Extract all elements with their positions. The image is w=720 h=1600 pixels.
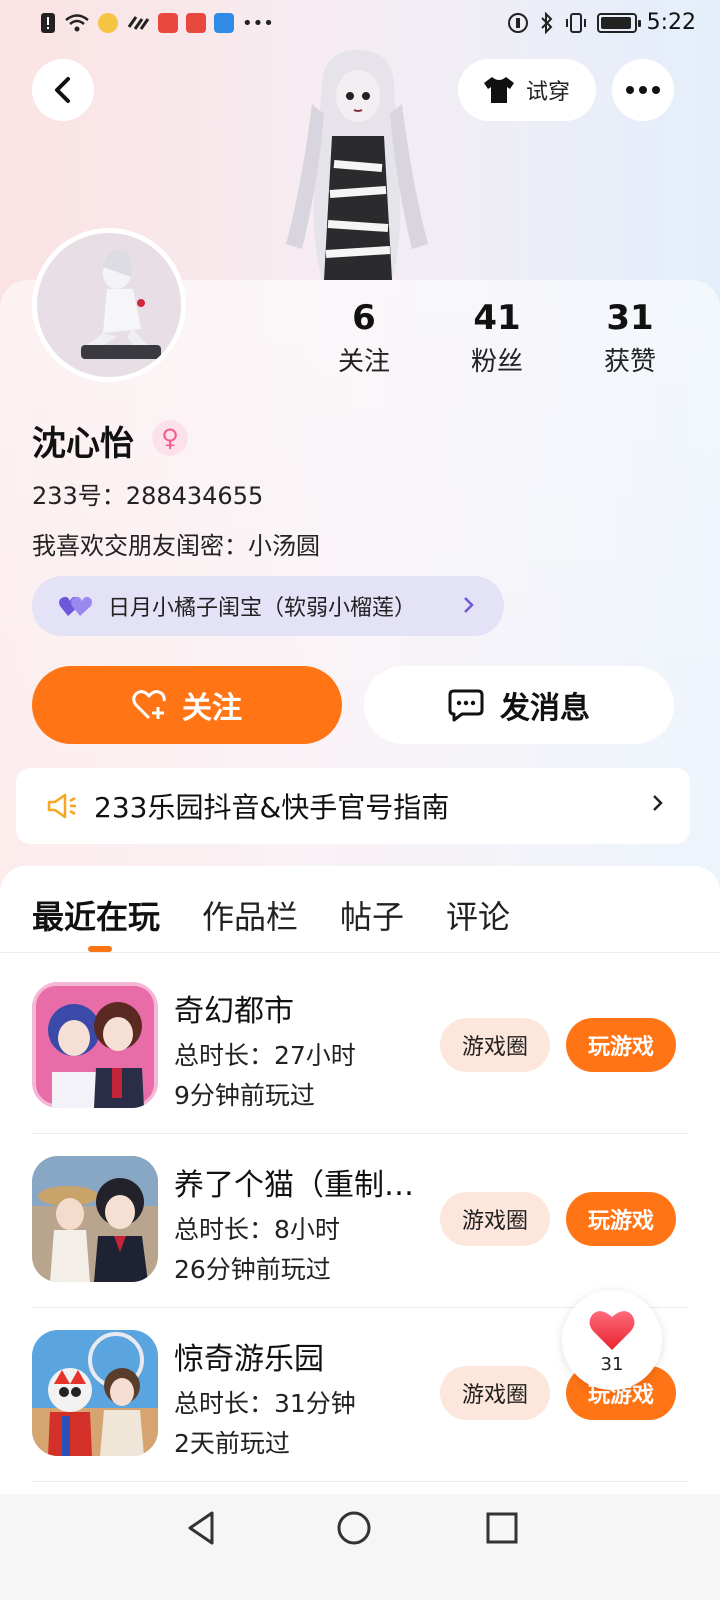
profile-page: ••• 5:22 试穿 6 关注 41 粉丝 31 获赞 沈心怡 ♀ 233号：… (0, 0, 720, 1600)
app-notification-icon (214, 13, 234, 33)
wifi-icon (65, 14, 89, 32)
game-icon-image (32, 1330, 158, 1456)
app-notification-icon (98, 13, 118, 33)
following-label: 关注 (337, 347, 390, 377)
game-circle-button[interactable]: 游戏圈 (440, 1192, 550, 1246)
game-duration: 总时长：8小时 (174, 1215, 340, 1244)
status-icons-right: 5:22 (507, 10, 696, 35)
following-count: 6 (352, 298, 376, 338)
battery-icon (596, 12, 641, 33)
vibrate-icon (565, 12, 586, 33)
game-last-played: 9分钟前玩过 (174, 1081, 315, 1110)
game-duration: 总时长：31分钟 (174, 1389, 356, 1418)
followers-count: 41 (473, 298, 521, 338)
avatar-image (37, 233, 181, 377)
heart-plus-icon (132, 690, 166, 720)
female-icon: ♀ (161, 424, 179, 452)
game-title: 养了个猫（重制… (174, 1168, 414, 1203)
alert-icon (41, 13, 55, 33)
play-game-button[interactable]: 玩游戏 (566, 1192, 676, 1246)
app-notification-icon (158, 13, 178, 33)
nav-home-icon[interactable] (336, 1510, 372, 1546)
nav-recents-icon[interactable] (486, 1512, 518, 1544)
game-list-item[interactable]: 奇幻都市 总时长：27小时 9分钟前玩过 游戏圈 玩游戏 (0, 962, 720, 1134)
likes-label: 获赞 (603, 347, 656, 377)
tab-recently-played[interactable]: 最近在玩 (32, 892, 160, 938)
system-navigation-bar (0, 1494, 720, 1600)
data-saver-icon (507, 12, 528, 33)
user-id: 233号：288434655 (32, 482, 264, 510)
game-title: 惊奇游乐园 (174, 1342, 324, 1377)
game-last-played: 2天前玩过 (174, 1429, 290, 1458)
heart-icon (589, 1311, 635, 1350)
try-on-button[interactable]: 试穿 (458, 59, 596, 121)
followers-label: 粉丝 (470, 347, 523, 377)
status-bar: ••• 5:22 (0, 0, 720, 48)
bluetooth-icon (540, 11, 553, 34)
profile-avatar[interactable] (32, 228, 186, 382)
bestie-badge[interactable]: 日月小橘子闺宝（软弱小榴莲） (32, 576, 504, 636)
following-stat[interactable]: 6 关注 (304, 296, 424, 384)
play-game-button[interactable]: 玩游戏 (566, 1018, 676, 1072)
follow-button[interactable]: 关注 (32, 666, 342, 744)
content-section: 最近在玩 作品栏 帖子 评论 奇幻都市 总时长：27小时 9分钟前玩过 游戏圈 … (0, 866, 720, 1600)
game-icon-image (32, 982, 158, 1108)
row-divider (32, 1133, 688, 1134)
megaphone-icon (47, 793, 76, 819)
send-message-label: 发消息 (500, 691, 590, 726)
bestie-badge-text: 日月小橘子闺宝（软弱小榴莲） (108, 596, 417, 621)
status-icons-left: ••• (40, 12, 274, 34)
app-notification-icon (186, 13, 206, 33)
likes-stat[interactable]: 31 获赞 (570, 296, 690, 384)
shirt-icon (484, 77, 514, 103)
gender-badge: ♀ (152, 420, 188, 456)
tab-divider (0, 952, 720, 953)
game-circle-button[interactable]: 游戏圈 (440, 1366, 550, 1420)
back-button[interactable] (32, 59, 94, 121)
nav-back-icon[interactable] (186, 1510, 218, 1546)
chevron-right-icon (464, 597, 474, 613)
link-icon (127, 16, 150, 30)
avatar-figure-image (286, 50, 428, 280)
game-title: 奇幻都市 (174, 994, 294, 1029)
user-bio: 我喜欢交朋友闺密：小汤圆 (32, 532, 320, 560)
game-circle-button[interactable]: 游戏圈 (440, 1018, 550, 1072)
game-list-item[interactable]: 养了个猫（重制… 总时长：8小时 26分钟前玩过 游戏圈 玩游戏 (0, 1136, 720, 1308)
chat-bubble-icon (448, 689, 484, 722)
user-name: 沈心怡 (32, 424, 134, 464)
tab-posts[interactable]: 帖子 (340, 892, 404, 938)
followers-stat[interactable]: 41 粉丝 (437, 296, 557, 384)
row-divider (32, 1481, 688, 1482)
double-heart-icon (59, 596, 92, 616)
follow-label: 关注 (182, 691, 242, 726)
more-dots-icon (626, 86, 660, 94)
more-options-button[interactable] (612, 59, 674, 121)
send-message-button[interactable]: 发消息 (364, 666, 674, 744)
tab-works[interactable]: 作品栏 (202, 892, 298, 938)
status-time: 5:22 (646, 10, 696, 35)
game-icon-image (32, 1156, 158, 1282)
more-notifications-icon: ••• (242, 12, 274, 34)
chevron-right-icon (653, 795, 663, 811)
notice-banner[interactable]: 233乐园抖音&快手官号指南 (16, 768, 690, 844)
notice-text: 233乐园抖音&快手官号指南 (94, 791, 450, 824)
floating-like-button[interactable]: 31 (562, 1290, 662, 1390)
tab-comments[interactable]: 评论 (446, 892, 510, 938)
likes-count: 31 (606, 298, 654, 338)
chevron-left-icon (55, 77, 70, 103)
profile-tabs: 最近在玩 作品栏 帖子 评论 (32, 892, 510, 938)
game-duration: 总时长：27小时 (174, 1041, 356, 1070)
floating-like-count: 31 (600, 1354, 624, 1375)
try-on-label: 试穿 (526, 80, 571, 105)
game-last-played: 26分钟前玩过 (174, 1255, 331, 1284)
